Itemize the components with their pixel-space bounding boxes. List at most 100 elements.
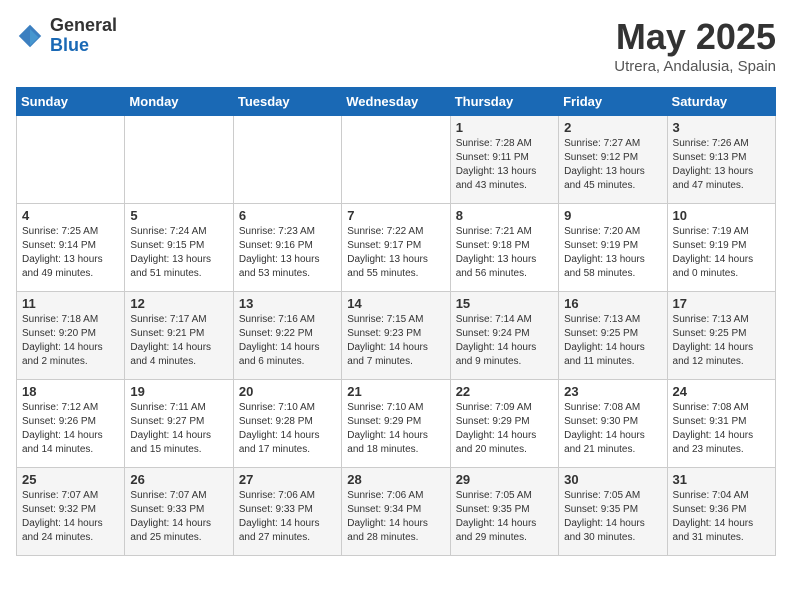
logo-icon <box>16 22 44 50</box>
day-info: Sunrise: 7:12 AM Sunset: 9:26 PM Dayligh… <box>22 401 119 457</box>
logo-text: General Blue <box>50 16 117 56</box>
day-number: 23 <box>564 384 661 399</box>
calendar-cell <box>125 116 233 204</box>
day-info: Sunrise: 7:06 AM Sunset: 9:34 PM Dayligh… <box>347 489 444 545</box>
calendar-cell: 30 Sunrise: 7:05 AM Sunset: 9:35 PM Dayli… <box>559 468 667 556</box>
day-info: Sunrise: 7:22 AM Sunset: 9:17 PM Dayligh… <box>347 225 444 281</box>
week-row-2: 4 Sunrise: 7:25 AM Sunset: 9:14 PM Daylig… <box>17 204 776 292</box>
day-info: Sunrise: 7:18 AM Sunset: 9:20 PM Dayligh… <box>22 313 119 369</box>
calendar-cell: 25Sunrise: 7:07 AM Sunset: 9:32 PM Dayli… <box>17 468 125 556</box>
day-number: 4 <box>22 208 119 223</box>
day-number: 5 <box>130 208 227 223</box>
day-info: Sunrise: 7:15 AM Sunset: 9:23 PM Dayligh… <box>347 313 444 369</box>
day-info: Sunrise: 7:28 AM Sunset: 9:11 PM Dayligh… <box>456 137 553 193</box>
calendar-cell: 27 Sunrise: 7:06 AM Sunset: 9:33 PM Dayli… <box>233 468 341 556</box>
day-number: 31 <box>673 472 770 487</box>
day-info: Sunrise: 7:09 AM Sunset: 9:29 PM Dayligh… <box>456 401 553 457</box>
day-info: Sunrise: 7:13 AM Sunset: 9:25 PM Dayligh… <box>673 313 770 369</box>
day-info: Sunrise: 7:07 AM Sunset: 9:32 PM Dayligh… <box>22 489 119 545</box>
day-number: 24 <box>673 384 770 399</box>
day-number: 8 <box>456 208 553 223</box>
calendar-cell: 14 Sunrise: 7:15 AM Sunset: 9:23 PM Dayli… <box>342 292 450 380</box>
location: Utrera, Andalusia, Spain <box>614 58 776 75</box>
day-number: 28 <box>347 472 444 487</box>
day-info: Sunrise: 7:07 AM Sunset: 9:33 PM Dayligh… <box>130 489 227 545</box>
logo-blue-text: Blue <box>50 36 117 56</box>
calendar-cell: 1 Sunrise: 7:28 AM Sunset: 9:11 PM Daylig… <box>450 116 558 204</box>
week-row-3: 11 Sunrise: 7:18 AM Sunset: 9:20 PM Dayli… <box>17 292 776 380</box>
day-header-thursday: Thursday <box>450 88 558 116</box>
week-row-1: 1 Sunrise: 7:28 AM Sunset: 9:11 PM Daylig… <box>17 116 776 204</box>
calendar-cell: 8Sunrise: 7:21 AM Sunset: 9:18 PM Daylig… <box>450 204 558 292</box>
calendar-cell: 4 Sunrise: 7:25 AM Sunset: 9:14 PM Daylig… <box>17 204 125 292</box>
calendar-cell: 21 Sunrise: 7:10 AM Sunset: 9:29 PM Dayli… <box>342 380 450 468</box>
calendar-cell <box>233 116 341 204</box>
day-number: 22 <box>456 384 553 399</box>
calendar-cell: 22 Sunrise: 7:09 AM Sunset: 9:29 PM Dayli… <box>450 380 558 468</box>
days-header-row: SundayMondayTuesdayWednesdayThursdayFrid… <box>17 88 776 116</box>
day-info: Sunrise: 7:08 AM Sunset: 9:31 PM Dayligh… <box>673 401 770 457</box>
logo: General Blue <box>16 16 117 56</box>
day-info: Sunrise: 7:23 AM Sunset: 9:16 PM Dayligh… <box>239 225 336 281</box>
day-header-sunday: Sunday <box>17 88 125 116</box>
calendar-cell: 11 Sunrise: 7:18 AM Sunset: 9:20 PM Dayli… <box>17 292 125 380</box>
title-area: May 2025 Utrera, Andalusia, Spain <box>614 16 776 75</box>
day-number: 7 <box>347 208 444 223</box>
day-info: Sunrise: 7:10 AM Sunset: 9:29 PM Dayligh… <box>347 401 444 457</box>
day-header-saturday: Saturday <box>667 88 775 116</box>
day-number: 15 <box>456 296 553 311</box>
day-number: 6 <box>239 208 336 223</box>
day-number: 11 <box>22 296 119 311</box>
day-number: 16 <box>564 296 661 311</box>
day-header-monday: Monday <box>125 88 233 116</box>
calendar-cell: 31Sunrise: 7:04 AM Sunset: 9:36 PM Dayli… <box>667 468 775 556</box>
day-number: 26 <box>130 472 227 487</box>
day-info: Sunrise: 7:16 AM Sunset: 9:22 PM Dayligh… <box>239 313 336 369</box>
day-number: 30 <box>564 472 661 487</box>
day-info: Sunrise: 7:14 AM Sunset: 9:24 PM Dayligh… <box>456 313 553 369</box>
week-row-5: 25Sunrise: 7:07 AM Sunset: 9:32 PM Dayli… <box>17 468 776 556</box>
day-number: 9 <box>564 208 661 223</box>
day-info: Sunrise: 7:10 AM Sunset: 9:28 PM Dayligh… <box>239 401 336 457</box>
day-number: 18 <box>22 384 119 399</box>
day-number: 19 <box>130 384 227 399</box>
day-number: 14 <box>347 296 444 311</box>
calendar-cell: 20Sunrise: 7:10 AM Sunset: 9:28 PM Dayli… <box>233 380 341 468</box>
day-number: 2 <box>564 120 661 135</box>
logo-general-text: General <box>50 16 117 36</box>
day-number: 10 <box>673 208 770 223</box>
day-info: Sunrise: 7:13 AM Sunset: 9:25 PM Dayligh… <box>564 313 661 369</box>
day-number: 29 <box>456 472 553 487</box>
calendar-cell: 29 Sunrise: 7:05 AM Sunset: 9:35 PM Dayli… <box>450 468 558 556</box>
day-info: Sunrise: 7:19 AM Sunset: 9:19 PM Dayligh… <box>673 225 770 281</box>
day-info: Sunrise: 7:20 AM Sunset: 9:19 PM Dayligh… <box>564 225 661 281</box>
calendar-cell: 24 Sunrise: 7:08 AM Sunset: 9:31 PM Dayli… <box>667 380 775 468</box>
calendar-cell: 23 Sunrise: 7:08 AM Sunset: 9:30 PM Dayli… <box>559 380 667 468</box>
day-info: Sunrise: 7:08 AM Sunset: 9:30 PM Dayligh… <box>564 401 661 457</box>
day-header-wednesday: Wednesday <box>342 88 450 116</box>
day-number: 1 <box>456 120 553 135</box>
day-number: 12 <box>130 296 227 311</box>
day-number: 3 <box>673 120 770 135</box>
calendar-cell: 5Sunrise: 7:24 AM Sunset: 9:15 PM Daylig… <box>125 204 233 292</box>
calendar-cell: 26 Sunrise: 7:07 AM Sunset: 9:33 PM Dayli… <box>125 468 233 556</box>
day-header-friday: Friday <box>559 88 667 116</box>
calendar-table: SundayMondayTuesdayWednesdayThursdayFrid… <box>16 87 776 556</box>
calendar-cell <box>17 116 125 204</box>
calendar-cell: 19Sunrise: 7:11 AM Sunset: 9:27 PM Dayli… <box>125 380 233 468</box>
day-info: Sunrise: 7:25 AM Sunset: 9:14 PM Dayligh… <box>22 225 119 281</box>
day-info: Sunrise: 7:05 AM Sunset: 9:35 PM Dayligh… <box>564 489 661 545</box>
calendar-cell: 28 Sunrise: 7:06 AM Sunset: 9:34 PM Dayli… <box>342 468 450 556</box>
calendar-cell: 12Sunrise: 7:17 AM Sunset: 9:21 PM Dayli… <box>125 292 233 380</box>
day-info: Sunrise: 7:06 AM Sunset: 9:33 PM Dayligh… <box>239 489 336 545</box>
calendar-cell: 2Sunrise: 7:27 AM Sunset: 9:12 PM Daylig… <box>559 116 667 204</box>
day-number: 17 <box>673 296 770 311</box>
day-info: Sunrise: 7:26 AM Sunset: 9:13 PM Dayligh… <box>673 137 770 193</box>
day-info: Sunrise: 7:05 AM Sunset: 9:35 PM Dayligh… <box>456 489 553 545</box>
day-number: 21 <box>347 384 444 399</box>
week-row-4: 18 Sunrise: 7:12 AM Sunset: 9:26 PM Dayli… <box>17 380 776 468</box>
header: General Blue May 2025 Utrera, Andalusia,… <box>16 16 776 75</box>
calendar-cell: 18 Sunrise: 7:12 AM Sunset: 9:26 PM Dayli… <box>17 380 125 468</box>
day-number: 13 <box>239 296 336 311</box>
day-number: 27 <box>239 472 336 487</box>
